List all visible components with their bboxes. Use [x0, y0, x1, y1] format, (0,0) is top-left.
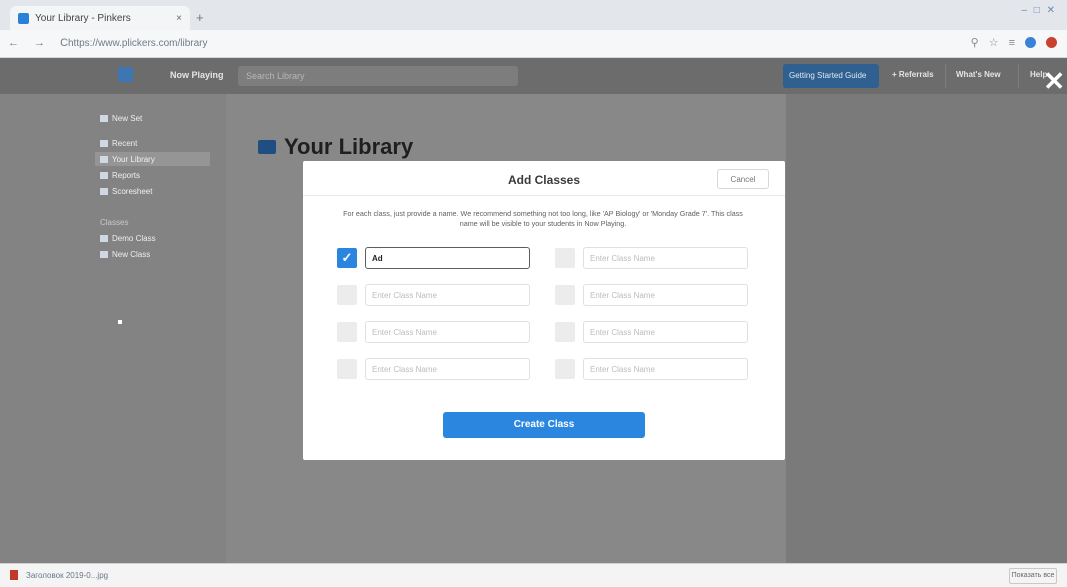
sidebar-item-label: New Set — [112, 114, 143, 123]
tab-title: Your Library - Pinkers — [35, 12, 131, 24]
class-icon — [100, 251, 108, 258]
class-row-right: Enter Class Name — [555, 358, 748, 380]
folder-icon — [100, 156, 108, 163]
class-checkbox[interactable] — [555, 248, 575, 268]
file-icon — [10, 570, 18, 580]
class-name-field[interactable]: Ad — [365, 247, 530, 269]
show-all-button[interactable]: Показать все — [1009, 568, 1057, 584]
sidebar-item-library[interactable]: Your Library — [100, 155, 155, 164]
new-tab-button[interactable]: + — [196, 10, 204, 25]
sidebar-item-reports[interactable]: Reports — [100, 171, 140, 180]
whats-new-link[interactable]: What's New — [956, 70, 1001, 79]
new-set-icon — [100, 115, 108, 122]
browser-tab[interactable]: Your Library - Pinkers × — [10, 6, 190, 30]
add-classes-modal: Add Classes Cancel For each class, just … — [303, 161, 785, 460]
class-checkbox[interactable]: ✓ — [337, 248, 357, 268]
extension-icons: ⚲ ☆ ≡ — [971, 36, 1057, 49]
extension-blue-icon[interactable] — [1025, 37, 1036, 48]
profile-icon[interactable] — [1046, 37, 1057, 48]
page-title: Your Library — [258, 134, 413, 160]
class-checkbox[interactable] — [337, 359, 357, 379]
menu-icon[interactable]: ≡ — [1009, 37, 1015, 49]
sidebar-item-scoresheet[interactable]: Scoresheet — [100, 187, 152, 196]
class-row-left: Enter Class Name — [337, 284, 530, 306]
sidebar-item-new-class[interactable]: New Class — [100, 250, 150, 259]
downloads-bar: Заголовок 2019-0...jpg Показать все — [0, 563, 1067, 587]
address-bar: ← → C https://www.plickers.com/library ⚲… — [0, 30, 1067, 58]
class-checkbox[interactable] — [337, 322, 357, 342]
class-row-right: Enter Class Name — [555, 321, 748, 343]
key-icon[interactable]: ⚲ — [971, 36, 979, 49]
class-name-field[interactable]: Enter Class Name — [365, 358, 530, 380]
now-playing-link[interactable]: Now Playing — [170, 70, 224, 80]
class-checkbox[interactable] — [555, 359, 575, 379]
sidebar-item-label: Scoresheet — [112, 187, 153, 196]
favicon-icon — [18, 12, 29, 24]
divider — [303, 195, 785, 196]
sidebar-item-label: Your Library — [112, 155, 155, 164]
class-row-left: ✓ Ad — [337, 247, 530, 269]
sidebar-item-label: Recent — [112, 139, 138, 148]
window-controls[interactable]: ‒ □ ✕ — [1021, 5, 1057, 16]
cancel-button[interactable]: Cancel — [717, 169, 769, 189]
download-item[interactable]: Заголовок 2019-0...jpg — [10, 570, 108, 580]
sidebar-item-label: Demo Class — [112, 234, 156, 243]
class-checkbox[interactable] — [555, 285, 575, 305]
recent-icon — [100, 140, 108, 147]
browser-tab-strip: Your Library - Pinkers × + ‒ □ ✕ — [0, 0, 1067, 30]
mouse-cursor — [118, 320, 122, 324]
download-file-name: Заголовок 2019-0...jpg — [26, 570, 109, 580]
create-class-button[interactable]: Create Class — [443, 412, 645, 438]
url-field[interactable]: https://www.plickers.com/library — [68, 38, 207, 49]
class-name-field[interactable]: Enter Class Name — [365, 321, 530, 343]
class-checkbox[interactable] — [337, 285, 357, 305]
page-title-text: Your Library — [284, 134, 414, 159]
sidebar-item-label: Reports — [112, 171, 141, 180]
search-input[interactable]: Search Library — [238, 66, 518, 86]
folder-icon — [258, 140, 276, 154]
class-icon — [100, 235, 108, 242]
getting-started-button[interactable]: Getting Started Guide — [783, 64, 879, 88]
modal-description: For each class, just provide a name. We … — [343, 209, 743, 228]
class-name-field[interactable]: Enter Class Name — [583, 358, 748, 380]
referrals-link[interactable]: + Referrals — [892, 70, 934, 79]
sidebar-item-new-set[interactable]: New Set — [100, 114, 142, 123]
class-row-right: Enter Class Name — [555, 284, 748, 306]
close-icon[interactable]: ✕ — [1043, 68, 1065, 94]
class-row-left: Enter Class Name — [337, 358, 530, 380]
divider — [945, 64, 946, 88]
class-checkbox[interactable] — [555, 322, 575, 342]
app-logo-icon[interactable] — [118, 67, 133, 82]
modal-title: Add Classes — [507, 173, 581, 187]
app-topbar: Now Playing Search Library Getting Start… — [0, 58, 1067, 94]
tab-close-icon[interactable]: × — [176, 13, 182, 24]
class-row-right: Enter Class Name — [555, 247, 748, 269]
reports-icon — [100, 172, 108, 179]
class-name-field[interactable]: Enter Class Name — [583, 321, 748, 343]
divider — [1018, 64, 1019, 88]
class-name-field[interactable]: Enter Class Name — [365, 284, 530, 306]
class-name-field[interactable]: Enter Class Name — [583, 247, 748, 269]
class-row-left: Enter Class Name — [337, 321, 530, 343]
scoresheet-icon — [100, 188, 108, 195]
classes-heading: Classes — [100, 218, 129, 227]
nav-buttons[interactable]: ← → C — [8, 37, 74, 49]
star-icon[interactable]: ☆ — [989, 36, 999, 49]
sidebar-item-recent[interactable]: Recent — [100, 139, 137, 148]
sidebar-item-demo-class[interactable]: Demo Class — [100, 234, 156, 243]
right-pane — [786, 94, 1067, 563]
sidebar-item-label: New Class — [112, 250, 151, 259]
class-name-field[interactable]: Enter Class Name — [583, 284, 748, 306]
